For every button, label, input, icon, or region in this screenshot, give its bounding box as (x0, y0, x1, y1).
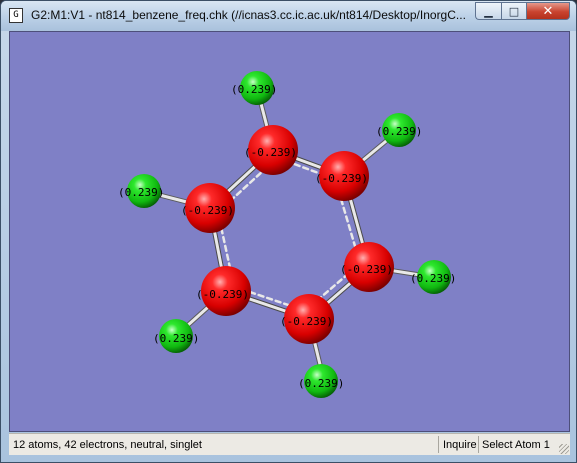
minimize-icon: ▁ (484, 4, 493, 18)
gaussview-window: G G2:M1:V1 - nt814_benzene_freq.chk (//i… (0, 0, 577, 463)
charge-label-c3: (-0.239) (340, 263, 393, 276)
minimize-button[interactable]: ▁ (475, 2, 501, 20)
title-bar[interactable]: G G2:M1:V1 - nt814_benzene_freq.chk (//i… (1, 1, 576, 31)
window-title: G2:M1:V1 - nt814_benzene_freq.chk (//icn… (31, 8, 466, 22)
charge-label-c4: (-0.239) (280, 315, 333, 328)
molecule-canvas[interactable]: (-0.239) (-0.239) (-0.239) (-0.239) (-0.… (10, 32, 570, 432)
maximize-icon: □ (508, 4, 520, 18)
charge-label-h2: (0.239) (376, 125, 422, 138)
charge-label-h5: (0.239) (153, 332, 199, 345)
close-icon: ✕ (542, 3, 554, 19)
charge-label-h4: (0.239) (298, 377, 344, 390)
charge-label-c5: (-0.239) (196, 288, 249, 301)
charge-label-c2: (-0.239) (315, 172, 368, 185)
status-bar: 12 atoms, 42 electrons, neutral, singlet… (9, 433, 570, 455)
mode-indicator: Inquire (443, 439, 477, 451)
molecule-info-text: 12 atoms, 42 electrons, neutral, singlet (13, 439, 202, 451)
status-divider (438, 436, 439, 453)
app-icon[interactable]: G (9, 8, 23, 23)
charge-label-c1: (-0.239) (244, 146, 297, 159)
resize-grip-icon[interactable] (559, 444, 569, 454)
charge-label-h6: (0.239) (118, 186, 164, 199)
charge-label-h3: (0.239) (410, 272, 456, 285)
maximize-button[interactable]: □ (501, 2, 527, 20)
action-indicator: Select Atom 1 (482, 439, 550, 451)
hydrogen-atoms (127, 71, 451, 398)
caption-buttons: ▁ □ ✕ (475, 2, 570, 20)
molecule-viewport[interactable]: (-0.239) (-0.239) (-0.239) (-0.239) (-0.… (9, 31, 570, 432)
charge-labels: (-0.239) (-0.239) (-0.239) (-0.239) (-0.… (118, 83, 456, 390)
charge-label-c6: (-0.239) (181, 204, 234, 217)
close-button[interactable]: ✕ (527, 2, 570, 20)
status-divider (478, 436, 479, 453)
charge-label-h1: (0.239) (231, 83, 277, 96)
